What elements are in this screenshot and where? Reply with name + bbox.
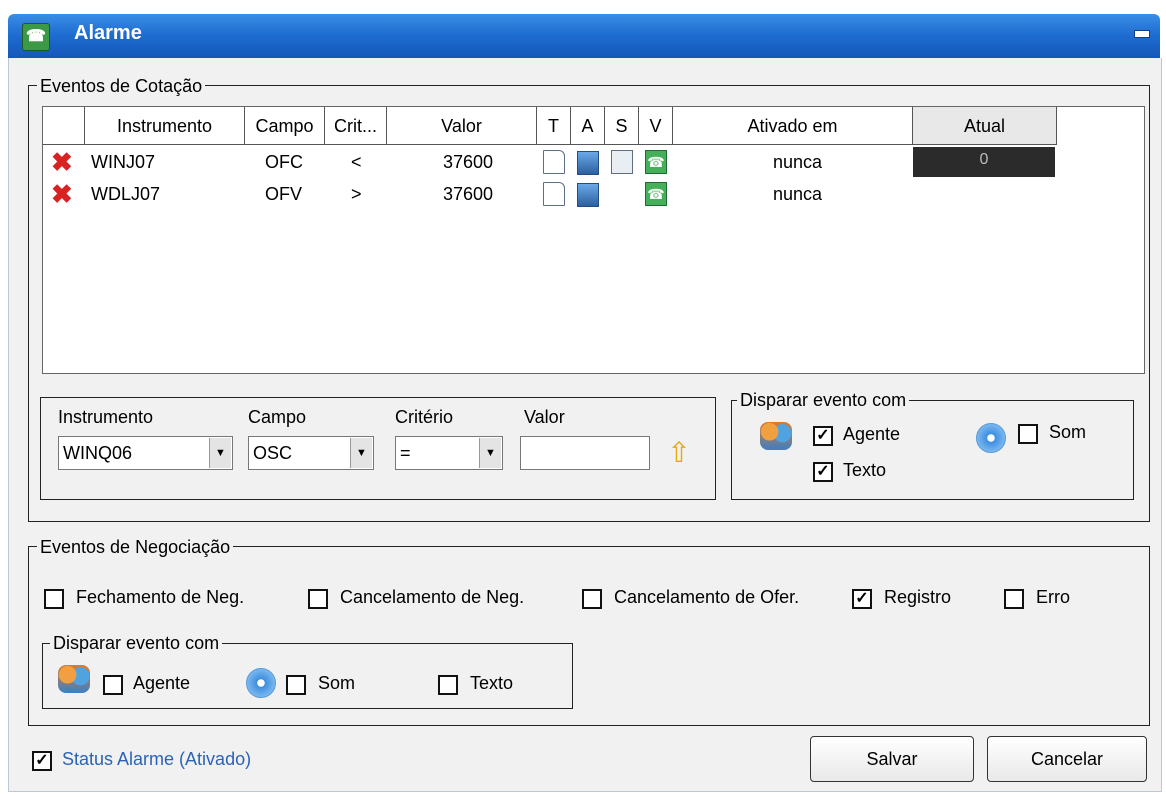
neg-som-label: Som xyxy=(318,673,356,693)
cotacao-legend: Eventos de Cotação xyxy=(37,76,206,96)
alarm-grid[interactable]: Instrumento Campo Crit... Valor T A S V … xyxy=(42,106,1145,374)
criterio-select-value: = xyxy=(400,443,411,463)
cancelamento-ofer-label: Cancelamento de Ofer. xyxy=(614,587,800,607)
text-event-icon xyxy=(543,182,565,206)
chevron-down-icon[interactable]: ▼ xyxy=(350,438,372,468)
campo-select-value: OSC xyxy=(253,443,293,463)
agent-event-icon xyxy=(577,183,599,207)
row-valor: 37600 xyxy=(443,184,494,204)
texto-label: Texto xyxy=(843,460,887,480)
agente-checkbox[interactable]: ✓ xyxy=(813,426,833,446)
som-checkbox[interactable] xyxy=(1018,424,1038,444)
window-title: Alarme xyxy=(74,22,142,44)
status-alarme-label[interactable]: Status Alarme (Ativado) xyxy=(62,749,251,770)
campo-select[interactable]: OSC ▼ xyxy=(248,436,374,470)
row-ativado-em: nunca xyxy=(773,184,823,204)
col-header-a[interactable]: A xyxy=(571,107,605,145)
delete-alarm-icon[interactable]: ✖ xyxy=(51,181,73,207)
criterio-select[interactable]: = ▼ xyxy=(395,436,503,470)
table-row[interactable]: ✖ WINJ07 OFC < 37600 ☎ nunca 0 xyxy=(43,147,1144,177)
row-criterio: > xyxy=(351,184,362,204)
minimize-button[interactable] xyxy=(1134,30,1150,38)
row-instrumento: WINJ07 xyxy=(91,152,156,172)
neg-agente-checkbox[interactable] xyxy=(103,675,123,695)
grid-header-indicator xyxy=(43,107,85,145)
sound-icon xyxy=(246,668,276,698)
registro-label: Registro xyxy=(884,587,952,607)
status-alarme-checkbox[interactable]: ✓ xyxy=(32,751,52,771)
col-header-atual[interactable]: Atual xyxy=(913,107,1057,145)
col-header-valor[interactable]: Valor xyxy=(387,107,537,145)
cancel-button[interactable]: Cancelar xyxy=(987,736,1147,782)
sound-event-icon xyxy=(611,150,633,174)
col-header-ativado-em[interactable]: Ativado em xyxy=(673,107,913,145)
delete-alarm-icon[interactable]: ✖ xyxy=(51,149,73,175)
row-campo: OFC xyxy=(265,152,303,172)
col-header-s[interactable]: S xyxy=(605,107,639,145)
texto-checkbox[interactable]: ✓ xyxy=(813,462,833,482)
sound-icon xyxy=(976,423,1006,453)
cancelamento-neg-checkbox[interactable] xyxy=(308,589,328,609)
text-event-icon xyxy=(543,150,565,174)
agent-people-icon xyxy=(760,422,792,450)
erro-label: Erro xyxy=(1036,587,1071,607)
cotacao-disparar-legend: Disparar evento com xyxy=(737,390,910,410)
chevron-down-icon[interactable]: ▼ xyxy=(479,438,501,468)
col-header-criterio[interactable]: Crit... xyxy=(325,107,387,145)
valor-input[interactable] xyxy=(520,436,650,470)
app-icon: ☎ xyxy=(22,23,50,51)
voice-event-icon: ☎ xyxy=(645,150,667,174)
instrumento-select-value: WINQ06 xyxy=(63,443,133,463)
campo-label: Campo xyxy=(248,407,307,427)
registro-checkbox[interactable]: ✓ xyxy=(852,589,872,609)
instrumento-label: Instrumento xyxy=(58,407,154,427)
col-header-campo[interactable]: Campo xyxy=(245,107,325,145)
agente-label: Agente xyxy=(843,424,901,444)
title-bar[interactable]: ☎ Alarme xyxy=(8,14,1160,58)
fechamento-checkbox[interactable] xyxy=(44,589,64,609)
row-ativado-em: nunca xyxy=(773,152,823,172)
som-label: Som xyxy=(1049,422,1087,442)
fechamento-label: Fechamento de Neg. xyxy=(76,587,245,607)
cancelamento-neg-label: Cancelamento de Neg. xyxy=(340,587,525,607)
voice-event-icon: ☎ xyxy=(645,182,667,206)
instrumento-select[interactable]: WINQ06 ▼ xyxy=(58,436,233,470)
table-row[interactable]: ✖ WDLJ07 OFV > 37600 ☎ nunca xyxy=(43,179,1144,209)
row-atual: 0 xyxy=(913,147,1055,177)
row-valor: 37600 xyxy=(443,152,494,172)
negociacao-legend: Eventos de Negociação xyxy=(37,537,234,557)
row-criterio: < xyxy=(351,152,362,172)
col-header-t[interactable]: T xyxy=(537,107,571,145)
col-header-v[interactable]: V xyxy=(639,107,673,145)
valor-label: Valor xyxy=(524,407,565,427)
chevron-down-icon[interactable]: ▼ xyxy=(209,438,231,468)
negociacao-disparar-legend: Disparar evento com xyxy=(50,633,223,653)
cotacao-disparar-group xyxy=(731,400,1134,500)
col-header-instrumento[interactable]: Instrumento xyxy=(85,107,245,145)
neg-som-checkbox[interactable] xyxy=(286,675,306,695)
add-arrow-up-icon[interactable]: ⇧ xyxy=(664,438,694,468)
neg-texto-checkbox[interactable] xyxy=(438,675,458,695)
neg-agente-label: Agente xyxy=(133,673,191,693)
save-button[interactable]: Salvar xyxy=(810,736,974,782)
erro-checkbox[interactable] xyxy=(1004,589,1024,609)
criterio-label: Critério xyxy=(395,407,454,427)
cancelamento-ofer-checkbox[interactable] xyxy=(582,589,602,609)
row-campo: OFV xyxy=(265,184,303,204)
neg-texto-label: Texto xyxy=(470,673,514,693)
agent-event-icon xyxy=(577,151,599,175)
agent-people-icon xyxy=(58,665,90,693)
row-instrumento: WDLJ07 xyxy=(91,184,161,204)
